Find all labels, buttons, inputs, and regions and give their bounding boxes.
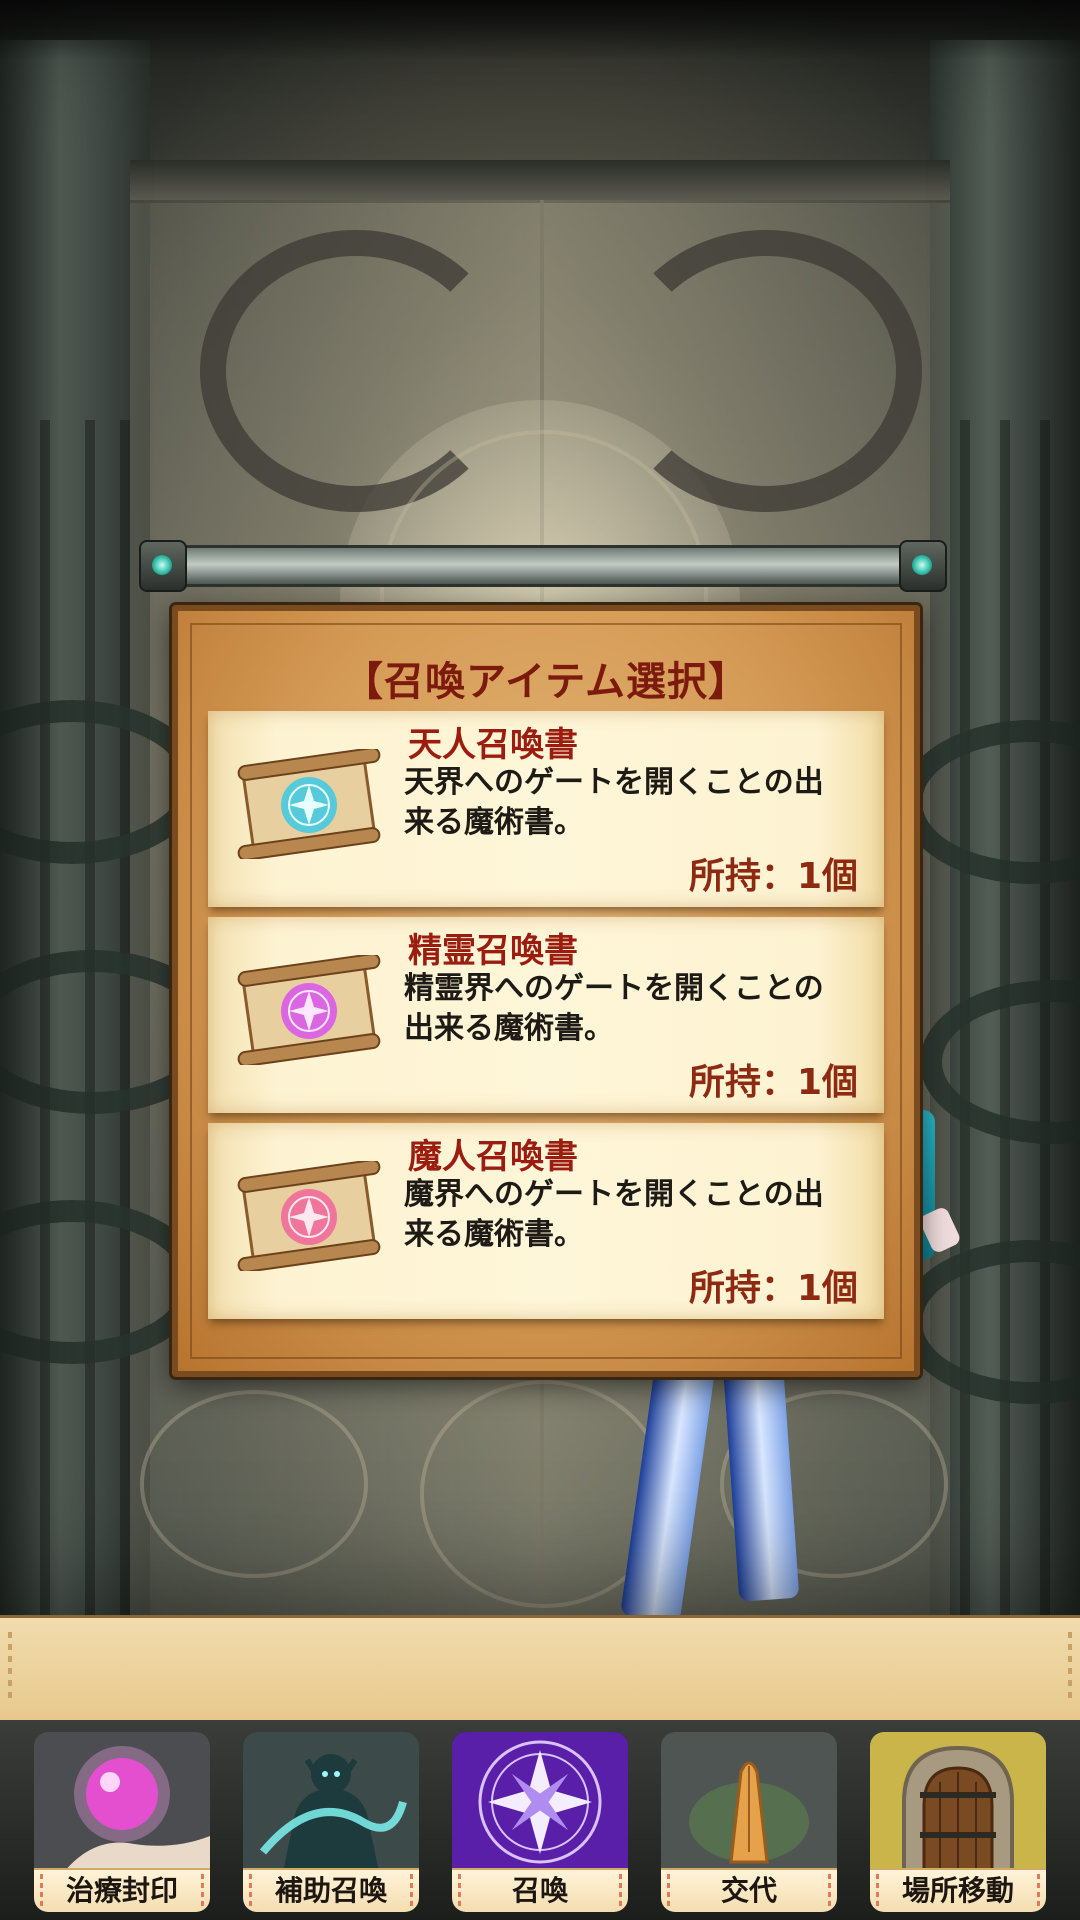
door-icon [870, 1732, 1046, 1872]
spirit-summon-icon [243, 1732, 419, 1872]
item-count: 所持：1個 [688, 1062, 858, 1103]
summon-item-seirei[interactable]: 精霊召喚書 精霊界へのゲートを開くことの出来る魔術書。 所持：1個 [208, 917, 884, 1113]
summon-item-dialog: 【召喚アイテム選択】 天人召喚書 天界へのゲートを開くことの出来る魔術書。 所持… [172, 605, 920, 1377]
scroll-purple-sigil-icon [237, 955, 381, 1065]
nav-move-location-button[interactable]: 場所移動 [870, 1732, 1046, 1912]
praying-hands-icon [661, 1732, 837, 1872]
dialog-title: 【召喚アイテム選択】 [343, 659, 749, 705]
nav-summon-button[interactable]: 召喚 [452, 1732, 628, 1912]
nav-swap-button[interactable]: 交代 [661, 1732, 837, 1912]
nav-healing-seal-button[interactable]: 治療封印 [34, 1732, 210, 1912]
nav-support-summon-button[interactable]: 補助召喚 [243, 1732, 419, 1912]
item-name: 天人召喚書 [408, 725, 578, 765]
magic-circle-icon [452, 1732, 628, 1872]
gem-icon [912, 555, 932, 575]
item-name: 魔人召喚書 [408, 1137, 578, 1177]
item-count: 所持：1個 [688, 1268, 858, 1309]
summon-item-tenjin[interactable]: 天人召喚書 天界へのゲートを開くことの出来る魔術書。 所持：1個 [208, 711, 884, 907]
gem-icon [152, 555, 172, 575]
scroll-pink-sigil-icon [237, 1161, 381, 1271]
nav-label: 治療封印 [34, 1868, 210, 1912]
rod-cap-left [139, 540, 187, 592]
item-name: 精霊召喚書 [408, 931, 578, 971]
item-description: 精霊界へのゲートを開くことの出来る魔術書。 [404, 971, 824, 1046]
summon-item-majin[interactable]: 魔人召喚書 魔界へのゲートを開くことの出来る魔術書。 所持：1個 [208, 1123, 884, 1319]
nav-label: 召喚 [452, 1868, 628, 1912]
item-count: 所持：1個 [688, 856, 858, 897]
scroll-rod [139, 540, 947, 592]
message-bar [0, 1615, 1080, 1723]
item-description: 魔界へのゲートを開くことの出来る魔術書。 [404, 1177, 824, 1252]
scroll-blue-sigil-icon [237, 749, 381, 859]
nav-label: 場所移動 [870, 1868, 1046, 1912]
bottom-nav: 治療封印 補助召喚 召喚 交代 場所移動 [0, 1720, 1080, 1920]
healing-orb-icon [34, 1732, 210, 1872]
rod-cap-right [899, 540, 947, 592]
item-description: 天界へのゲートを開くことの出来る魔術書。 [404, 765, 824, 840]
nav-label: 補助召喚 [243, 1868, 419, 1912]
nav-label: 交代 [661, 1868, 837, 1912]
